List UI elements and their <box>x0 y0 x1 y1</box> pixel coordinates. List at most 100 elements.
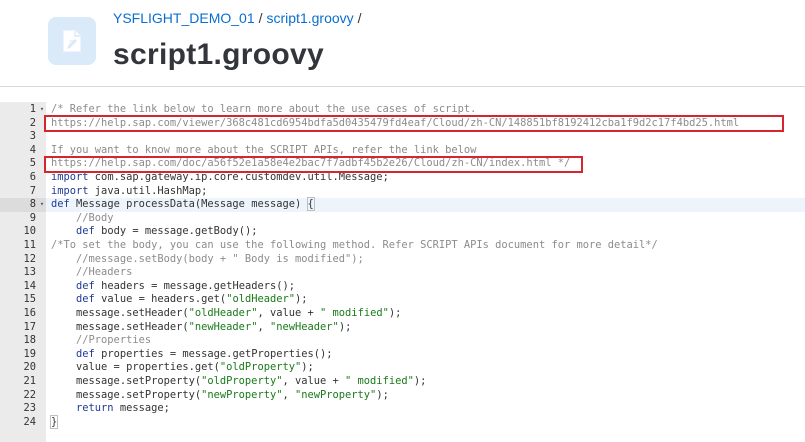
code-token: , <box>257 320 270 333</box>
fold-toggle-icon[interactable]: ▾ <box>38 198 46 212</box>
code-token: //Properties <box>51 334 152 347</box>
code-token: If you want to know more about the SCRIP… <box>51 143 477 156</box>
line-number: 5 <box>29 157 36 170</box>
code-line[interactable]: 18 //Properties <box>0 334 805 348</box>
code-token: value = headers.get( <box>94 293 227 306</box>
line-number: 11 <box>23 239 36 251</box>
code-line[interactable]: 9 //Body <box>0 212 805 226</box>
line-number: 20 <box>23 361 36 374</box>
code-token: } <box>49 414 59 429</box>
code-line[interactable]: 22 message.setProperty("newProperty", "n… <box>0 389 805 403</box>
line-number: 9 <box>29 211 36 224</box>
code-token: def <box>76 293 95 306</box>
code-line[interactable]: 17 message.setHeader("newHeader", "newHe… <box>0 321 805 335</box>
breadcrumb-separator: / <box>258 10 263 26</box>
code-token: message; <box>113 402 170 415</box>
code-text: message.setHeader("oldHeader", value + "… <box>51 307 401 321</box>
code-token: "newHeader" <box>269 320 339 333</box>
code-line[interactable]: 21 message.setProperty("oldProperty", va… <box>0 375 805 389</box>
page-header: YSFLIGHT_DEMO_01/script1.groovy / script1… <box>0 0 805 87</box>
code-token: def <box>76 279 95 292</box>
code-line[interactable]: 13 //Headers <box>0 266 805 280</box>
breadcrumb-trailing-separator: / <box>357 10 362 26</box>
code-text: value = properties.get("oldProperty"); <box>51 361 314 375</box>
code-line[interactable]: 6 import com.sap.gateway.ip.core.customde… <box>0 171 805 185</box>
highlight-box-link-1 <box>44 115 784 132</box>
code-line[interactable]: 8 ▾ def Message processData(Message messag… <box>0 197 805 212</box>
code-token: def <box>76 225 95 238</box>
code-line[interactable]: 7 import java.util.HashMap; <box>0 185 805 199</box>
line-number: 12 <box>23 252 36 265</box>
code-token: ); <box>388 307 402 319</box>
breadcrumb-project-link[interactable]: YSFLIGHT_DEMO_01 <box>113 10 255 26</box>
code-token: "oldHeader" <box>226 293 296 306</box>
code-token: ); <box>295 293 308 306</box>
line-number: 19 <box>23 347 36 360</box>
code-line[interactable]: 12 //message.setBody(body + " Body is mo… <box>0 253 805 267</box>
code-token: headers = message.getHeaders(); <box>94 279 295 292</box>
code-token: //Body <box>51 211 114 224</box>
code-token: /* Refer the link below to learn more ab… <box>51 103 477 115</box>
code-token: , value + <box>257 307 321 319</box>
line-number: 7 <box>29 184 36 197</box>
line-number: 6 <box>29 171 36 183</box>
line-number: 2 <box>29 116 36 129</box>
code-token: message.setHeader( <box>51 320 189 333</box>
code-text: return message; <box>51 402 170 416</box>
code-token: ); <box>301 361 314 374</box>
code-text: //message.setBody(body + " Body is modif… <box>51 253 364 267</box>
code-text: def properties = message.getProperties()… <box>51 348 333 362</box>
code-token: "oldHeader" <box>188 307 258 319</box>
line-number: 18 <box>23 334 36 347</box>
code-line[interactable]: 16 message.setHeader("oldHeader", value … <box>0 307 805 321</box>
breadcrumb: YSFLIGHT_DEMO_01/script1.groovy / <box>113 10 366 26</box>
code-line[interactable]: 23 return message; <box>0 402 805 416</box>
line-number: 22 <box>23 388 36 401</box>
line-number: 13 <box>23 266 36 279</box>
line-number: 10 <box>23 225 36 238</box>
code-token: " modified" <box>320 307 389 319</box>
code-line[interactable]: 11 /*To set the body, you can use the fol… <box>0 239 805 253</box>
code-line[interactable]: 20 value = properties.get("oldProperty")… <box>0 361 805 375</box>
code-text: def body = message.getBody(); <box>51 225 257 239</box>
line-number: 17 <box>23 320 36 333</box>
line-number: 16 <box>23 307 36 319</box>
code-token: , value + <box>282 375 346 387</box>
line-number: 15 <box>23 293 36 306</box>
code-token: /*To set the body, you can use the follo… <box>51 239 658 251</box>
line-number: 4 <box>29 143 36 156</box>
code-text: } <box>49 414 59 430</box>
code-token: message.setProperty( <box>51 388 202 401</box>
line-number: 21 <box>23 375 36 387</box>
code-token: //Headers <box>51 266 133 279</box>
code-token: , <box>282 388 295 401</box>
code-token: "oldProperty" <box>219 361 302 374</box>
code-line[interactable]: 15 def value = headers.get("oldHeader"); <box>0 293 805 307</box>
code-text: message.setProperty("newProperty", "newP… <box>51 389 389 403</box>
code-text: message.setProperty("oldProperty", value… <box>51 375 426 389</box>
code-text: //Headers <box>51 266 132 280</box>
code-editor[interactable]: 1 ▾/* Refer the link below to learn more … <box>0 102 805 442</box>
code-line[interactable]: 10 def body = message.getBody(); <box>0 225 805 239</box>
code-token: "newProperty" <box>201 388 283 401</box>
script-file-icon <box>48 17 96 65</box>
code-token: " modified" <box>345 375 414 387</box>
code-line[interactable]: 19 def properties = message.getPropertie… <box>0 348 805 362</box>
code-line[interactable]: 14 def headers = message.getHeaders(); <box>0 280 805 294</box>
code-token: ); <box>376 388 389 401</box>
page-title: script1.groovy <box>113 38 324 71</box>
code-line[interactable]: 24} <box>0 414 805 430</box>
line-number: 24 <box>23 415 36 428</box>
code-text: def Message processData(Message message)… <box>51 197 315 212</box>
code-line[interactable]: 3 <box>0 130 805 144</box>
breadcrumb-file-link[interactable]: script1.groovy <box>267 10 354 26</box>
code-token: java.util.HashMap; <box>88 184 208 197</box>
code-text: //Body <box>51 212 114 226</box>
line-number: 14 <box>23 279 36 292</box>
code-token: message.setHeader( <box>51 307 189 319</box>
